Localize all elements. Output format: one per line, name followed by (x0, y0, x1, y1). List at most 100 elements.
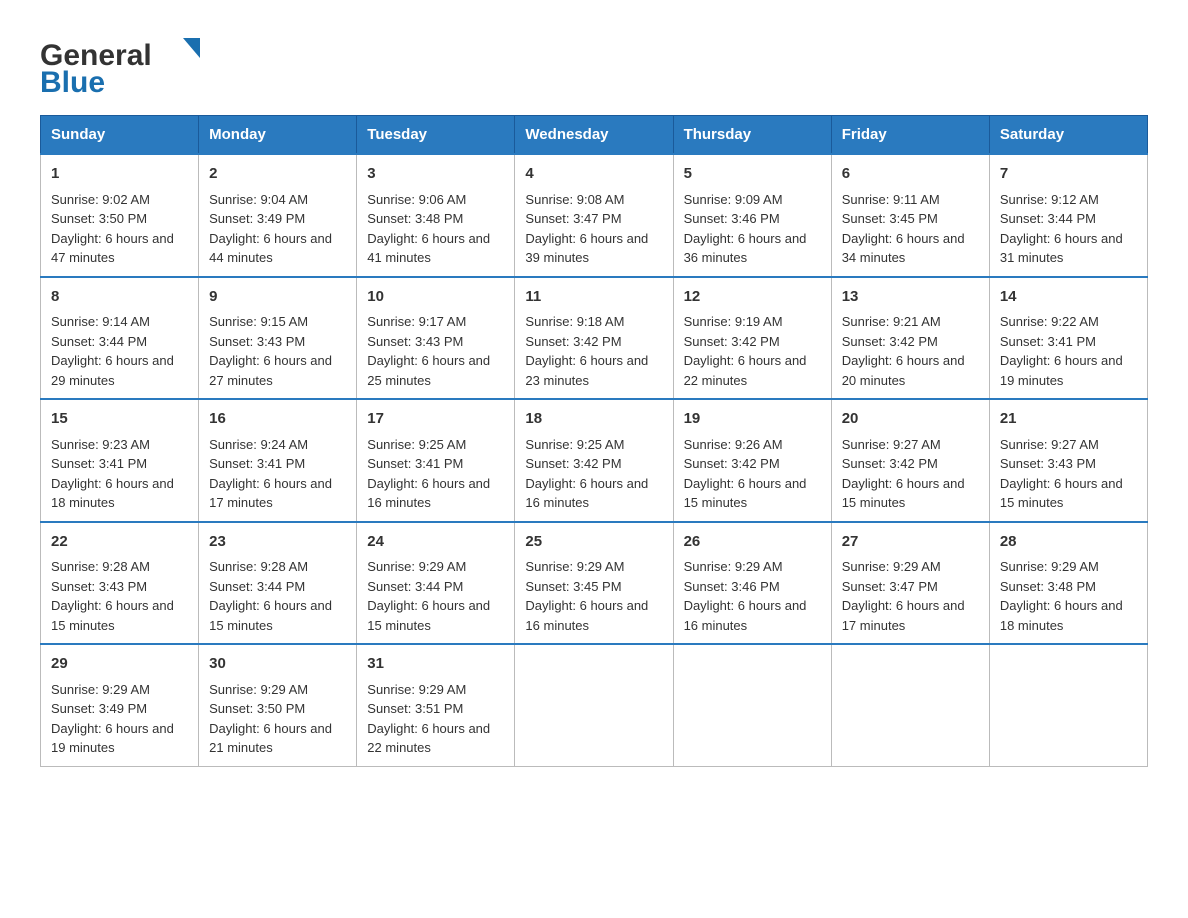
daylight-text: Daylight: 6 hours and 15 minutes (209, 598, 332, 633)
daylight-text: Daylight: 6 hours and 41 minutes (367, 231, 490, 266)
sunset-text: Sunset: 3:51 PM (367, 701, 463, 716)
sunrise-text: Sunrise: 9:15 AM (209, 314, 308, 329)
sunset-text: Sunset: 3:45 PM (842, 211, 938, 226)
calendar-cell (989, 644, 1147, 766)
calendar-cell: 1Sunrise: 9:02 AMSunset: 3:50 PMDaylight… (41, 154, 199, 277)
sunrise-text: Sunrise: 9:29 AM (842, 559, 941, 574)
day-number: 19 (684, 408, 821, 431)
calendar-cell: 12Sunrise: 9:19 AMSunset: 3:42 PMDayligh… (673, 277, 831, 400)
sunrise-text: Sunrise: 9:14 AM (51, 314, 150, 329)
daylight-text: Daylight: 6 hours and 31 minutes (1000, 231, 1123, 266)
day-number: 20 (842, 408, 979, 431)
daylight-text: Daylight: 6 hours and 22 minutes (367, 721, 490, 756)
day-number: 31 (367, 653, 504, 676)
day-number: 9 (209, 286, 346, 309)
sunrise-text: Sunrise: 9:23 AM (51, 437, 150, 452)
daylight-text: Daylight: 6 hours and 22 minutes (684, 353, 807, 388)
sunset-text: Sunset: 3:42 PM (684, 456, 780, 471)
sunrise-text: Sunrise: 9:29 AM (367, 559, 466, 574)
col-header-thursday: Thursday (673, 116, 831, 155)
daylight-text: Daylight: 6 hours and 16 minutes (367, 476, 490, 511)
sunrise-text: Sunrise: 9:29 AM (1000, 559, 1099, 574)
sunset-text: Sunset: 3:44 PM (209, 579, 305, 594)
calendar-cell: 26Sunrise: 9:29 AMSunset: 3:46 PMDayligh… (673, 522, 831, 645)
week-row-5: 29 Sunrise: 9:29 AM Sunset: 3:49 PM Dayligh… (41, 644, 1148, 766)
sunrise-text: Sunrise: 9:22 AM (1000, 314, 1099, 329)
sunset-text: Sunset: 3:41 PM (367, 456, 463, 471)
calendar-cell: 11Sunrise: 9:18 AMSunset: 3:42 PMDayligh… (515, 277, 673, 400)
daylight-text: Daylight: 6 hours and 21 minutes (209, 721, 332, 756)
sunset-text: Sunset: 3:49 PM (209, 211, 305, 226)
sunset-text: Sunset: 3:43 PM (209, 334, 305, 349)
sunset-text: Sunset: 3:47 PM (842, 579, 938, 594)
sunset-text: Sunset: 3:43 PM (1000, 456, 1096, 471)
daylight-text: Daylight: 6 hours and 23 minutes (525, 353, 648, 388)
calendar-cell: 25Sunrise: 9:29 AMSunset: 3:45 PMDayligh… (515, 522, 673, 645)
week-row-1: 1Sunrise: 9:02 AMSunset: 3:50 PMDaylight… (41, 154, 1148, 277)
sunset-text: Sunset: 3:48 PM (367, 211, 463, 226)
day-number: 27 (842, 531, 979, 554)
calendar-cell: 18Sunrise: 9:25 AMSunset: 3:42 PMDayligh… (515, 399, 673, 522)
sunrise-text: Sunrise: 9:12 AM (1000, 192, 1099, 207)
sunset-text: Sunset: 3:50 PM (209, 701, 305, 716)
day-number: 23 (209, 531, 346, 554)
sunset-text: Sunset: 3:50 PM (51, 211, 147, 226)
sunrise-text: Sunrise: 9:24 AM (209, 437, 308, 452)
logo: General Blue (40, 30, 200, 95)
day-number: 30 (209, 653, 346, 676)
day-number: 4 (525, 163, 662, 186)
sunrise-text: Sunrise: 9:17 AM (367, 314, 466, 329)
svg-text:Blue: Blue (40, 66, 105, 95)
day-number: 21 (1000, 408, 1137, 431)
daylight-text: Daylight: 6 hours and 44 minutes (209, 231, 332, 266)
calendar-cell: 30 Sunrise: 9:29 AM Sunset: 3:50 PM Dayligh… (199, 644, 357, 766)
sunrise-text: Sunrise: 9:29 AM (209, 682, 308, 697)
day-number: 15 (51, 408, 188, 431)
sunrise-text: Sunrise: 9:29 AM (525, 559, 624, 574)
sunset-text: Sunset: 3:42 PM (842, 334, 938, 349)
sunrise-text: Sunrise: 9:26 AM (684, 437, 783, 452)
daylight-text: Daylight: 6 hours and 17 minutes (209, 476, 332, 511)
page-header: General Blue (40, 30, 1148, 95)
sunrise-text: Sunrise: 9:21 AM (842, 314, 941, 329)
calendar-cell (831, 644, 989, 766)
calendar-cell: 20Sunrise: 9:27 AMSunset: 3:42 PMDayligh… (831, 399, 989, 522)
sunrise-text: Sunrise: 9:04 AM (209, 192, 308, 207)
day-number: 29 (51, 653, 188, 676)
daylight-text: Daylight: 6 hours and 18 minutes (51, 476, 174, 511)
daylight-text: Daylight: 6 hours and 29 minutes (51, 353, 174, 388)
sunset-text: Sunset: 3:46 PM (684, 579, 780, 594)
calendar-cell: 28Sunrise: 9:29 AMSunset: 3:48 PMDayligh… (989, 522, 1147, 645)
daylight-text: Daylight: 6 hours and 34 minutes (842, 231, 965, 266)
week-row-3: 15 Sunrise: 9:23 AM Sunset: 3:41 PM Dayligh… (41, 399, 1148, 522)
sunrise-text: Sunrise: 9:25 AM (367, 437, 466, 452)
daylight-text: Daylight: 6 hours and 36 minutes (684, 231, 807, 266)
sunset-text: Sunset: 3:41 PM (51, 456, 147, 471)
sunset-text: Sunset: 3:42 PM (525, 456, 621, 471)
day-number: 10 (367, 286, 504, 309)
sunrise-text: Sunrise: 9:29 AM (51, 682, 150, 697)
daylight-text: Daylight: 6 hours and 16 minutes (684, 598, 807, 633)
sunset-text: Sunset: 3:43 PM (51, 579, 147, 594)
daylight-text: Daylight: 6 hours and 19 minutes (1000, 353, 1123, 388)
calendar-cell: 15 Sunrise: 9:23 AM Sunset: 3:41 PM Dayligh… (41, 399, 199, 522)
calendar-cell: 2Sunrise: 9:04 AMSunset: 3:49 PMDaylight… (199, 154, 357, 277)
sunrise-text: Sunrise: 9:19 AM (684, 314, 783, 329)
sunrise-text: Sunrise: 9:28 AM (209, 559, 308, 574)
sunset-text: Sunset: 3:49 PM (51, 701, 147, 716)
calendar-cell: 3Sunrise: 9:06 AMSunset: 3:48 PMDaylight… (357, 154, 515, 277)
calendar-cell: 5Sunrise: 9:09 AMSunset: 3:46 PMDaylight… (673, 154, 831, 277)
day-number: 22 (51, 531, 188, 554)
calendar-cell (673, 644, 831, 766)
calendar-header-row: SundayMondayTuesdayWednesdayThursdayFrid… (41, 116, 1148, 155)
sunrise-text: Sunrise: 9:27 AM (1000, 437, 1099, 452)
calendar-cell: 31Sunrise: 9:29 AMSunset: 3:51 PMDayligh… (357, 644, 515, 766)
day-number: 5 (684, 163, 821, 186)
calendar-cell: 29Sunrise: 9:29 AMSunset: 3:49 PMDayligh… (41, 644, 199, 766)
sunset-text: Sunset: 3:46 PM (684, 211, 780, 226)
calendar-cell: 23 Sunrise: 9:28 AM Sunset: 3:44 PM Dayligh… (199, 522, 357, 645)
sunrise-text: Sunrise: 9:27 AM (842, 437, 941, 452)
sunset-text: Sunset: 3:43 PM (367, 334, 463, 349)
calendar-cell: 19Sunrise: 9:26 AMSunset: 3:42 PMDayligh… (673, 399, 831, 522)
sunrise-text: Sunrise: 9:29 AM (684, 559, 783, 574)
